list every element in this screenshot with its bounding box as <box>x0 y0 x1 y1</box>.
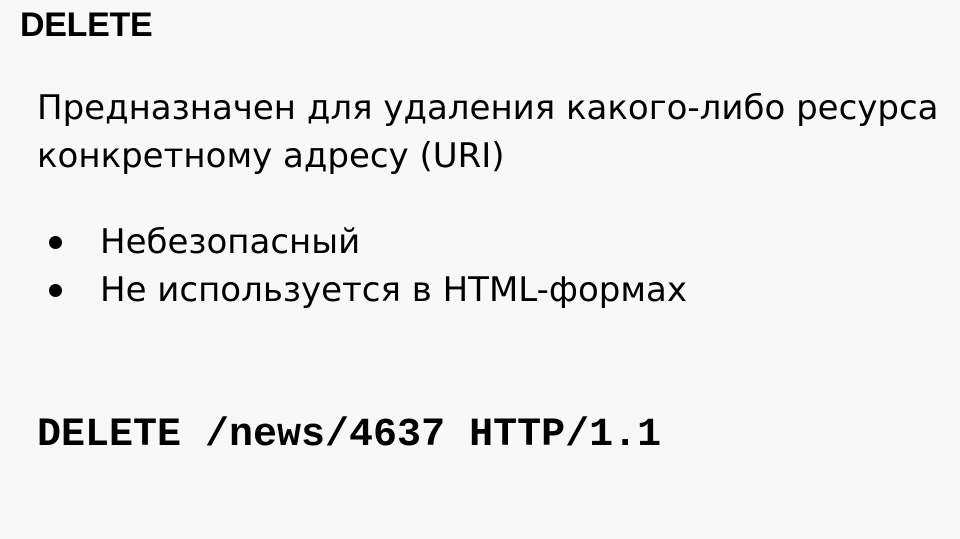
properties-list: Небезопасный Не используется в HTML-форм… <box>37 218 687 314</box>
property-not-in-html-forms: Не используется в HTML-формах <box>100 270 687 310</box>
list-item: Не используется в HTML-формах <box>37 266 687 314</box>
bullet-icon <box>49 236 62 249</box>
method-description: Предназначен для удаления какого-либо ре… <box>37 84 939 180</box>
description-line-1: Предназначен для удаления какого-либо ре… <box>37 88 939 128</box>
description-line-2: конкретному адресу (URI) <box>37 136 505 176</box>
slide-title: DELETE <box>20 6 153 44</box>
slide: DELETE Предназначен для удаления какого-… <box>0 0 960 539</box>
property-unsafe: Небезопасный <box>100 222 361 262</box>
list-item: Небезопасный <box>37 218 687 266</box>
bullet-icon <box>49 284 62 297</box>
example-request-line: DELETE /news/4637 HTTP/1.1 <box>37 413 662 458</box>
